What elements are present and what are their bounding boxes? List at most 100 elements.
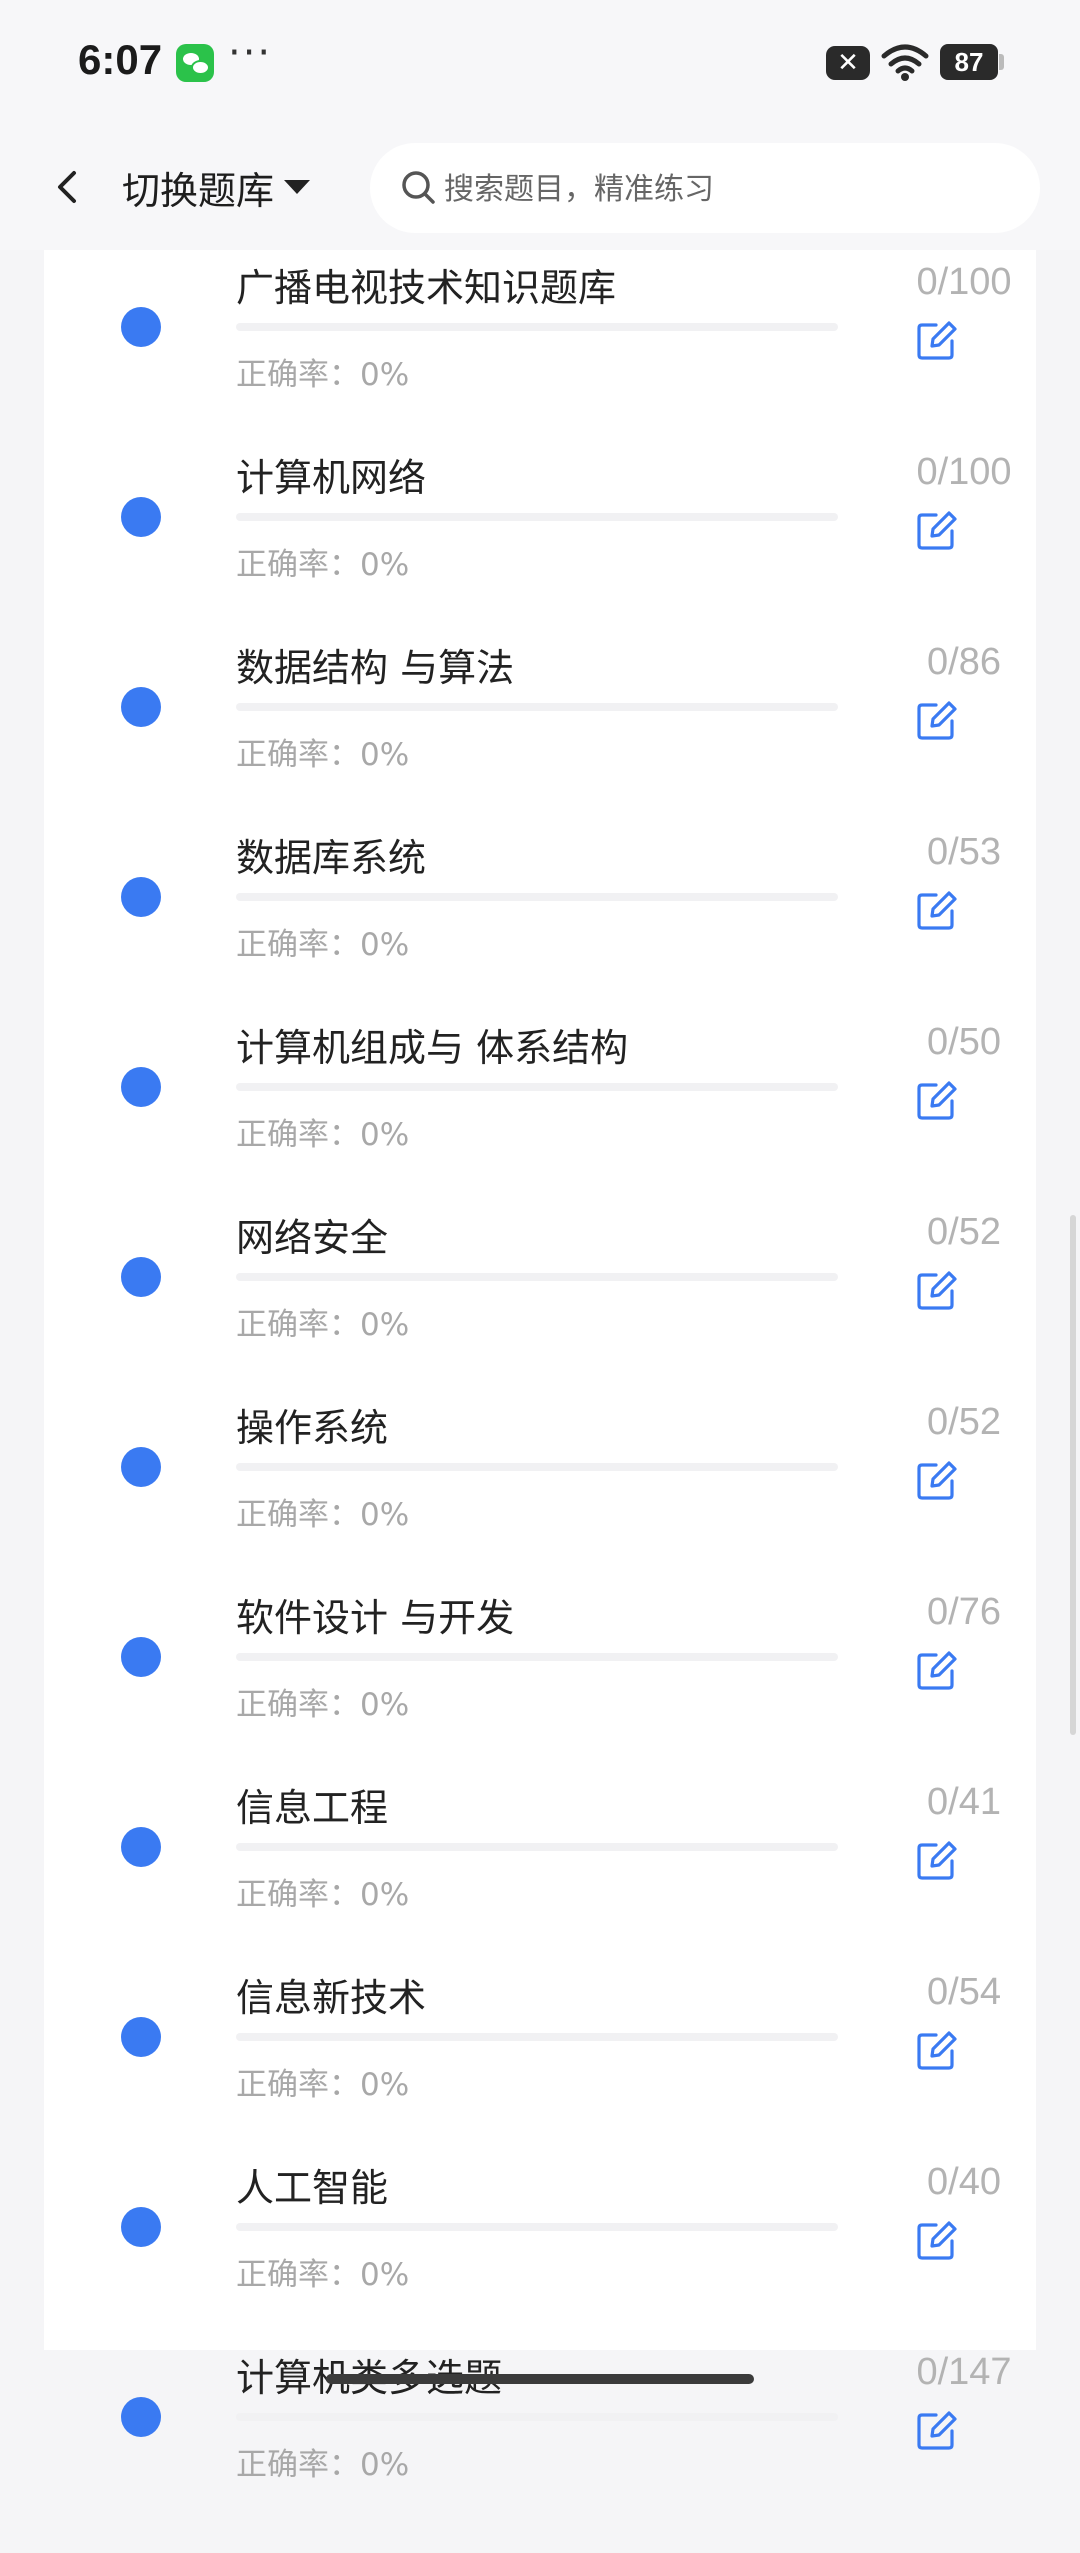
status-time: 6:07 — [78, 36, 163, 83]
practice-edit-button[interactable] — [912, 697, 960, 745]
status-dot — [121, 1067, 161, 1107]
accuracy-text: 正确率：0% — [236, 1687, 410, 1723]
status-dot — [121, 1637, 161, 1677]
progress-bar — [236, 2413, 838, 2421]
question-count: 0/86 — [927, 641, 1001, 683]
accuracy-text: 正确率：0% — [236, 547, 410, 583]
progress-bar — [236, 513, 838, 521]
accuracy-text: 正确率：0% — [236, 2447, 410, 2483]
search-input[interactable] — [442, 143, 1006, 235]
list-item[interactable]: 信息工程 正确率：0% 0/41 — [44, 1781, 1036, 1983]
question-count: 0/100 — [916, 451, 1012, 493]
practice-edit-button[interactable] — [912, 1267, 960, 1315]
bank-title: 计算机网络 — [236, 456, 427, 500]
practice-edit-button[interactable] — [912, 1457, 960, 1505]
list-item[interactable]: 信息新技术正确率：0% 0/54 — [44, 1971, 1036, 2173]
practice-edit-button[interactable] — [912, 507, 960, 555]
chevron-left-icon — [58, 171, 76, 203]
edit-icon — [912, 2031, 960, 2079]
switch-bank-dropdown[interactable]: 切换题库 — [122, 159, 311, 215]
question-count: 0/54 — [927, 1971, 1001, 2013]
practice-edit-button[interactable] — [912, 317, 960, 365]
practice-edit-button[interactable] — [912, 1837, 960, 1885]
practice-edit-button[interactable] — [912, 887, 960, 935]
question-count: 0/100 — [916, 261, 1012, 303]
progress-bar — [236, 1083, 838, 1091]
progress-bar — [236, 893, 838, 901]
edit-icon — [912, 1651, 960, 1699]
practice-edit-button[interactable] — [912, 2407, 960, 2455]
practice-edit-button[interactable] — [912, 1647, 960, 1695]
progress-bar — [236, 1843, 838, 1851]
status-dot — [121, 877, 161, 917]
more-notifications-icon: ··· — [228, 30, 273, 76]
list-item[interactable]: 广播电视技术知识题库 正确率：0% 0/100 — [44, 261, 1036, 463]
list-item[interactable]: 网络安全 正确率：0% 0/52 — [44, 1211, 1036, 1413]
caret-down-icon — [284, 180, 311, 194]
list-item[interactable]: 人工智能 正确率：0% 0/40 — [44, 2161, 1036, 2363]
home-indicator[interactable] — [326, 2374, 754, 2384]
status-dot — [121, 2397, 161, 2437]
accuracy-text: 正确率：0% — [236, 1877, 410, 1913]
scrollbar[interactable] — [1070, 1215, 1076, 1735]
status-bar: 6:07 ··· ✕ 87 — [0, 0, 1080, 125]
status-dot — [121, 497, 161, 537]
top-bar: 切换题库 — [0, 125, 1080, 250]
progress-bar — [236, 703, 838, 711]
edit-icon — [912, 1461, 960, 1509]
list-item[interactable]: 数据库系统 正确率：0% 0/53 — [44, 831, 1036, 1033]
edit-icon — [912, 1081, 960, 1129]
edit-icon — [912, 1841, 960, 1889]
battery-tip — [999, 54, 1004, 70]
question-count: 0/147 — [916, 2351, 1012, 2393]
status-dot — [121, 687, 161, 727]
edit-icon — [912, 2221, 960, 2269]
list-item[interactable]: 数据结构 与算法 正确率：0% 0/86 — [44, 641, 1036, 843]
edit-icon — [912, 891, 960, 939]
status-dot — [121, 1447, 161, 1487]
progress-bar — [236, 2223, 838, 2231]
progress-bar — [236, 1273, 838, 1281]
question-count: 0/76 — [927, 1591, 1001, 1633]
status-dot — [121, 1827, 161, 1867]
list-item[interactable]: 计算机组成与 体系结构 正确率：0% 0/50 — [44, 1021, 1036, 1223]
search-icon — [402, 171, 435, 204]
list-item[interactable]: 计算机网络正确率：0% 0/100 — [44, 451, 1036, 653]
accuracy-text: 正确率：0% — [236, 2067, 410, 2103]
bank-title: 网络安全 — [236, 1216, 389, 1260]
bank-title: 计算机组成与 体系结构 — [236, 1026, 629, 1070]
edit-icon — [912, 321, 960, 369]
accuracy-text: 正确率：0% — [236, 1307, 410, 1343]
progress-bar — [236, 1653, 838, 1661]
back-button[interactable] — [40, 155, 100, 219]
practice-edit-button[interactable] — [912, 1077, 960, 1125]
status-dot — [121, 2017, 161, 2057]
accuracy-text: 正确率：0% — [236, 2257, 410, 2293]
edit-icon — [912, 511, 960, 559]
question-count: 0/40 — [927, 2161, 1001, 2203]
question-bank-list: 广播电视技术知识题库 正确率：0% 0/100 计算机网络 正确率：0% 0/100 数据结… — [44, 150, 1036, 2483]
list-item[interactable]: 软件设计 与开发 正确率：0% 0/76 — [44, 1591, 1036, 1793]
question-count: 0/52 — [927, 1401, 1001, 1443]
list-item[interactable]: 操作系统 正确率：0% 0/52 — [44, 1401, 1036, 1603]
accuracy-text: 正确率：0% — [236, 927, 410, 963]
status-dot — [121, 2207, 161, 2247]
question-count: 0/41 — [927, 1781, 1001, 1823]
switch-bank-label: 切换题库 — [122, 168, 275, 213]
accuracy-text: 正确率：0% — [236, 357, 410, 393]
status-dot — [121, 1257, 161, 1297]
practice-edit-button[interactable] — [912, 2217, 960, 2265]
no-sim-icon: ✕ — [826, 46, 870, 80]
list-item[interactable]: 计算机类多选题正确率：0%0/147 — [44, 2351, 1036, 2553]
bank-title: 信息新技术 — [236, 1976, 427, 2020]
accuracy-text: 正确率：0% — [236, 1117, 410, 1153]
search-bar[interactable] — [370, 143, 1040, 235]
bank-title: 数据库系统 — [236, 836, 427, 880]
battery-icon: 87 — [940, 44, 998, 80]
progress-bar — [236, 2033, 838, 2041]
practice-edit-button[interactable] — [912, 2027, 960, 2075]
bank-title: 数据结构 与算法 — [236, 646, 515, 690]
progress-bar — [236, 323, 838, 331]
status-dot — [121, 307, 161, 347]
accuracy-text: 正确率：0% — [236, 1497, 410, 1533]
